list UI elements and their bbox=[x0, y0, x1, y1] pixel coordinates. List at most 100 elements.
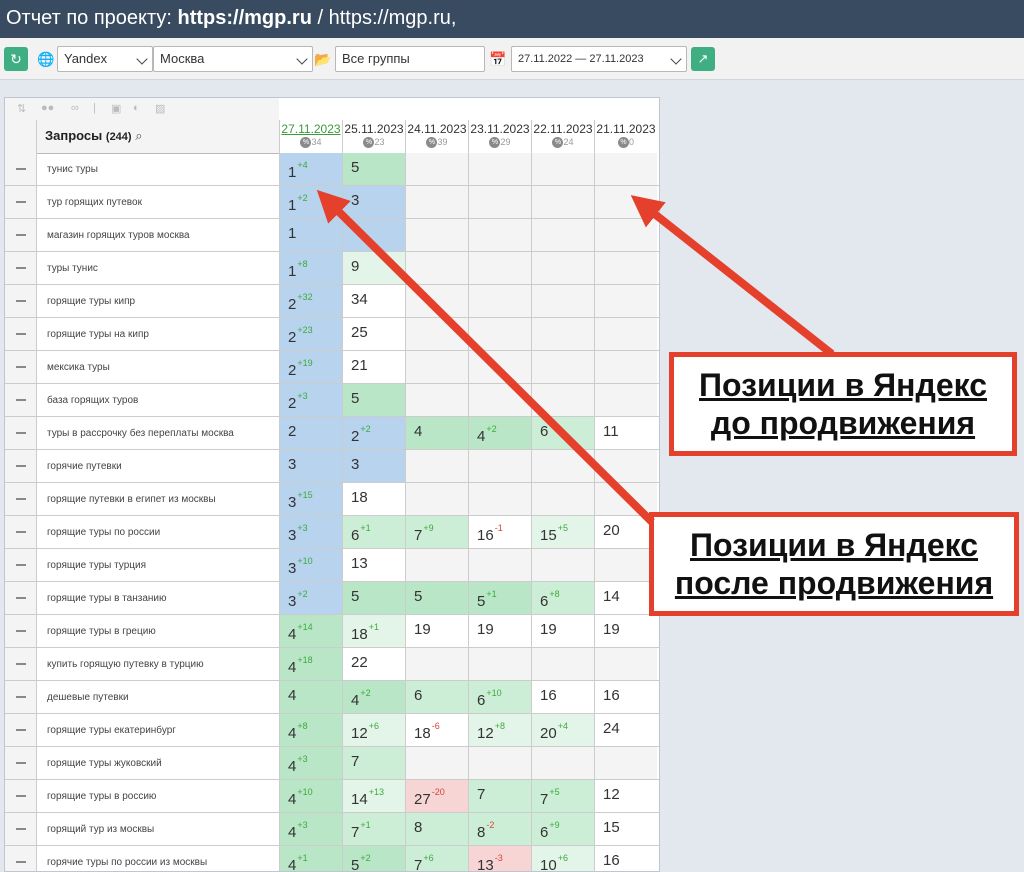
position-cell[interactable]: 6+8 bbox=[531, 582, 594, 614]
position-cell[interactable]: 34 bbox=[342, 285, 405, 317]
position-cell[interactable]: 3 bbox=[279, 450, 342, 482]
position-cell[interactable]: 4+10 bbox=[279, 780, 342, 812]
position-cell[interactable] bbox=[594, 549, 657, 581]
remove-query-button[interactable] bbox=[5, 813, 37, 845]
position-cell[interactable]: 4 bbox=[405, 417, 468, 449]
position-cell[interactable]: 5 bbox=[342, 582, 405, 614]
project-link[interactable]: https://mgp.ru bbox=[178, 7, 312, 29]
position-cell[interactable]: 7+1 bbox=[342, 813, 405, 845]
position-cell[interactable] bbox=[405, 450, 468, 482]
remove-query-button[interactable] bbox=[5, 450, 37, 482]
position-cell[interactable] bbox=[468, 747, 531, 779]
position-cell[interactable]: 4+2 bbox=[342, 681, 405, 713]
position-cell[interactable] bbox=[594, 384, 657, 416]
position-cell[interactable]: 7+5 bbox=[531, 780, 594, 812]
remove-query-button[interactable] bbox=[5, 219, 37, 251]
position-cell[interactable] bbox=[468, 153, 531, 185]
position-cell[interactable]: 4+18 bbox=[279, 648, 342, 680]
position-cell[interactable]: 5+1 bbox=[468, 582, 531, 614]
position-cell[interactable]: 4 bbox=[279, 681, 342, 713]
position-cell[interactable]: 7 bbox=[468, 780, 531, 812]
position-cell[interactable] bbox=[405, 153, 468, 185]
position-cell[interactable]: 7+9 bbox=[405, 516, 468, 548]
position-cell[interactable]: 27-20 bbox=[405, 780, 468, 812]
position-cell[interactable] bbox=[531, 384, 594, 416]
position-cell[interactable] bbox=[405, 648, 468, 680]
position-cell[interactable] bbox=[405, 384, 468, 416]
position-cell[interactable]: 4+14 bbox=[279, 615, 342, 647]
position-cell[interactable] bbox=[405, 285, 468, 317]
position-cell[interactable]: 2+19 bbox=[279, 351, 342, 383]
position-cell[interactable]: 6 bbox=[531, 417, 594, 449]
position-cell[interactable] bbox=[531, 252, 594, 284]
position-cell[interactable]: 1+4 bbox=[279, 153, 342, 185]
position-cell[interactable]: 21 bbox=[342, 351, 405, 383]
position-cell[interactable]: 7+6 bbox=[405, 846, 468, 871]
position-cell[interactable] bbox=[594, 186, 657, 218]
position-cell[interactable]: 2+2 bbox=[342, 417, 405, 449]
position-cell[interactable] bbox=[531, 747, 594, 779]
position-cell[interactable]: 6+10 bbox=[468, 681, 531, 713]
position-cell[interactable]: 2+23 bbox=[279, 318, 342, 350]
position-cell[interactable] bbox=[468, 351, 531, 383]
position-cell[interactable]: 19 bbox=[468, 615, 531, 647]
position-cell[interactable]: 9 bbox=[342, 252, 405, 284]
position-cell[interactable]: 15+5 bbox=[531, 516, 594, 548]
image-icon[interactable]: ▨ bbox=[155, 102, 165, 115]
position-cell[interactable]: 7 bbox=[342, 747, 405, 779]
region-select[interactable]: Москва bbox=[153, 46, 313, 72]
contrast-icon[interactable]: ◐ bbox=[133, 102, 140, 114]
position-cell[interactable]: 3+2 bbox=[279, 582, 342, 614]
remove-query-button[interactable] bbox=[5, 846, 37, 871]
position-cell[interactable] bbox=[468, 219, 531, 251]
date-column-header[interactable]: 27.11.2023% 34 bbox=[279, 120, 342, 153]
position-cell[interactable] bbox=[531, 219, 594, 251]
position-cell[interactable]: 2 bbox=[279, 417, 342, 449]
position-cell[interactable] bbox=[342, 219, 405, 251]
position-cell[interactable] bbox=[468, 186, 531, 218]
remove-query-button[interactable] bbox=[5, 648, 37, 680]
date-column-header[interactable]: 25.11.2023% 23 bbox=[342, 120, 405, 153]
position-cell[interactable] bbox=[405, 351, 468, 383]
position-cell[interactable] bbox=[405, 318, 468, 350]
position-cell[interactable] bbox=[468, 450, 531, 482]
position-cell[interactable] bbox=[594, 351, 657, 383]
position-cell[interactable]: 18+1 bbox=[342, 615, 405, 647]
position-cell[interactable] bbox=[405, 549, 468, 581]
link-icon[interactable]: ∞ bbox=[71, 102, 79, 114]
position-cell[interactable] bbox=[531, 450, 594, 482]
position-cell[interactable]: 16 bbox=[594, 681, 657, 713]
remove-query-button[interactable] bbox=[5, 549, 37, 581]
position-cell[interactable] bbox=[405, 747, 468, 779]
position-cell[interactable]: 13 bbox=[342, 549, 405, 581]
position-cell[interactable]: 2+32 bbox=[279, 285, 342, 317]
engine-select[interactable]: Yandex bbox=[57, 46, 153, 72]
position-cell[interactable]: 4+3 bbox=[279, 747, 342, 779]
position-cell[interactable] bbox=[594, 219, 657, 251]
position-cell[interactable]: 8-2 bbox=[468, 813, 531, 845]
remove-query-button[interactable] bbox=[5, 615, 37, 647]
remove-query-button[interactable] bbox=[5, 186, 37, 218]
position-cell[interactable] bbox=[405, 483, 468, 515]
position-cell[interactable] bbox=[468, 252, 531, 284]
position-cell[interactable] bbox=[594, 285, 657, 317]
date-column-header[interactable]: 22.11.2023% 24 bbox=[531, 120, 594, 153]
position-cell[interactable] bbox=[468, 285, 531, 317]
export-button[interactable]: ↗ bbox=[691, 47, 715, 71]
date-range-select[interactable]: 27.11.2022 — 27.11.2023 bbox=[511, 46, 687, 72]
remove-query-button[interactable] bbox=[5, 384, 37, 416]
remove-query-button[interactable] bbox=[5, 780, 37, 812]
position-cell[interactable]: 19 bbox=[405, 615, 468, 647]
position-cell[interactable]: 3+15 bbox=[279, 483, 342, 515]
position-cell[interactable]: 8 bbox=[405, 813, 468, 845]
position-cell[interactable] bbox=[531, 318, 594, 350]
position-cell[interactable]: 6 bbox=[405, 681, 468, 713]
remove-query-button[interactable] bbox=[5, 582, 37, 614]
position-cell[interactable] bbox=[531, 285, 594, 317]
position-cell[interactable]: 20 bbox=[594, 516, 657, 548]
position-cell[interactable]: 18-6 bbox=[405, 714, 468, 746]
position-cell[interactable]: 2+3 bbox=[279, 384, 342, 416]
position-cell[interactable]: 19 bbox=[594, 615, 657, 647]
position-cell[interactable] bbox=[468, 384, 531, 416]
position-cell[interactable]: 5 bbox=[405, 582, 468, 614]
